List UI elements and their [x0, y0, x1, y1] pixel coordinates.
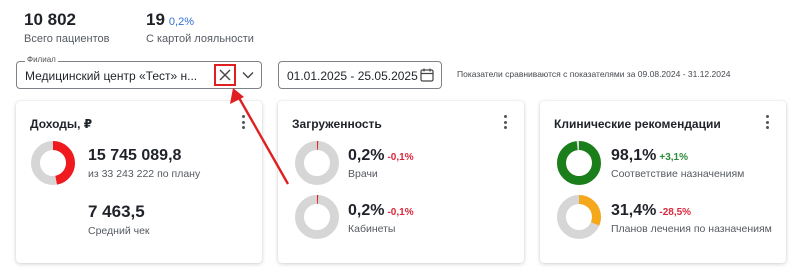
plans-label: Планов лечения по назначениям [611, 223, 772, 235]
compliance-delta: +3,1% [659, 152, 689, 163]
total-patients-label: Всего пациентов [24, 33, 110, 45]
income-plan-donut [31, 141, 75, 185]
branch-select-value: Медицинский центр «Тест» н... [25, 69, 198, 83]
comparison-note: Показатели сравниваются с показателями з… [457, 69, 731, 79]
plans-delta: -28,5% [659, 207, 692, 218]
average-check: 7 463,5 Средний чек [88, 202, 150, 237]
rooms-load-donut [295, 195, 339, 239]
more-options-icon[interactable] [502, 115, 508, 129]
doctors-load: 0,2% -0,1% Врачи [348, 147, 414, 180]
calendar-icon[interactable] [419, 67, 435, 88]
rooms-load-value: 0,2% [348, 202, 385, 219]
card-income-title: Доходы, ₽ [30, 117, 93, 131]
card-clinical-title: Клинические рекомендации [554, 117, 721, 131]
average-check-label: Средний чек [88, 225, 150, 237]
card-clinical-recommendations: Клинические рекомендации 98,1% +3,1% Соот… [540, 101, 786, 263]
branch-select-legend: Филиал [25, 55, 58, 64]
rooms-load-delta: -0,1% [387, 207, 414, 218]
card-load: Загруженность 0,2% -0,1% Врачи 0,2% -0,1% … [278, 101, 524, 263]
rooms-load: 0,2% -0,1% Кабинеты [348, 202, 414, 235]
close-icon[interactable] [214, 64, 236, 86]
plans-value: 31,4% [611, 202, 657, 219]
card-income: Доходы, ₽ 15 745 089,8 из 33 243 222 по … [16, 101, 262, 263]
loyalty-delta: 0,2% [168, 16, 194, 28]
doctors-load-value: 0,2% [348, 147, 385, 164]
compliance-metric: 98,1% +3,1% Соответствие назначениям [611, 147, 744, 180]
chevron-down-icon[interactable] [241, 68, 255, 82]
average-check-value: 7 463,5 [88, 202, 145, 221]
plans-metric: 31,4% -28,5% Планов лечения по назначения… [611, 202, 772, 235]
rooms-load-label: Кабинеты [348, 223, 396, 235]
income-amount-value: 15 745 089,8 [88, 147, 182, 164]
more-options-icon[interactable] [240, 115, 246, 129]
doctors-load-donut [295, 141, 339, 185]
date-range-value: 01.01.2025 - 25.05.2025 [287, 69, 418, 83]
compliance-label: Соответствие назначениям [611, 168, 745, 180]
branch-select[interactable]: Филиал Медицинский центр «Тест» н... [16, 55, 262, 89]
doctors-load-delta: -0,1% [387, 152, 414, 163]
loyalty-value: 19 [146, 10, 165, 29]
card-load-title: Загруженность [292, 117, 382, 131]
income-amount-sub: из 33 243 222 по плану [88, 168, 201, 180]
stat-loyalty-card: 19 0,2% С картой лояльности [146, 10, 254, 45]
income-amount: 15 745 089,8 из 33 243 222 по плану [88, 147, 200, 180]
date-range-input[interactable]: 01.01.2025 - 25.05.2025 [278, 61, 442, 89]
doctors-load-label: Врачи [348, 168, 378, 180]
loyalty-label: С картой лояльности [146, 33, 254, 45]
compliance-donut [557, 141, 601, 185]
total-patients-value: 10 802 [24, 10, 76, 29]
compliance-value: 98,1% [611, 147, 657, 164]
plans-donut [557, 195, 601, 239]
more-options-icon[interactable] [764, 115, 770, 129]
stat-total-patients: 10 802 Всего пациентов [24, 10, 110, 45]
